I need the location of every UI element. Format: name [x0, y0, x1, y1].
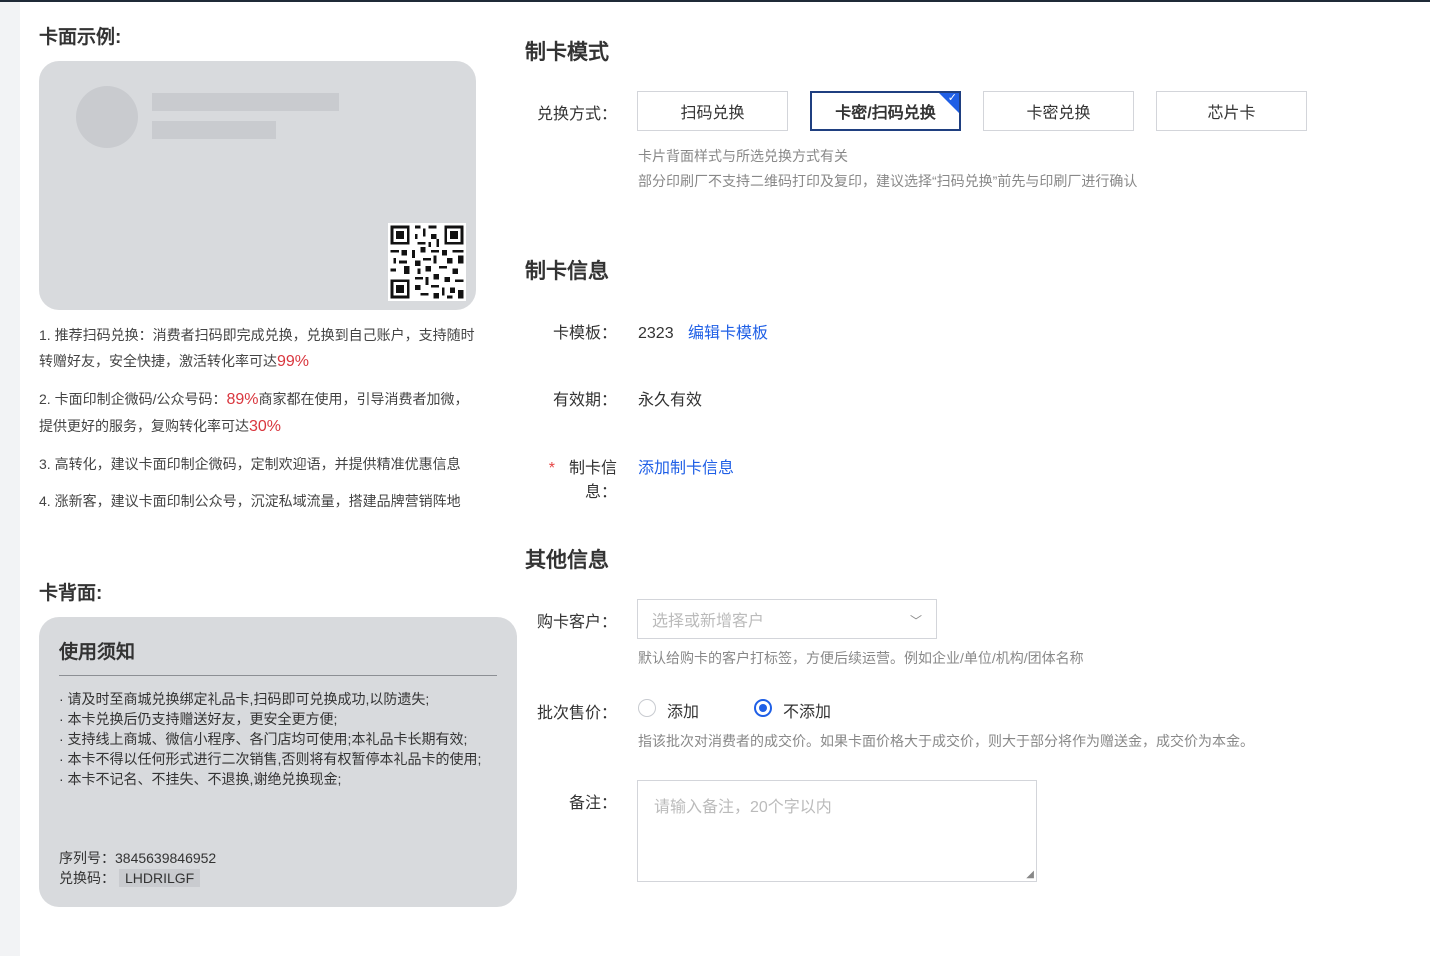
- required-mark: *: [548, 460, 555, 477]
- front-example-title: 卡面示例:: [39, 27, 122, 48]
- radio-add[interactable]: [638, 699, 656, 717]
- template-label: 卡模板：: [552, 325, 617, 342]
- customer-hint: 默认给购卡的客户打标签，方便后续运营。例如企业/单位/机构/团体名称: [638, 650, 1084, 666]
- card-mode-title: 制卡模式: [525, 41, 609, 64]
- tip-item: 4. 涨新客，建议卡面印制公众号，沉淀私域流量，搭建品牌营销阵地: [39, 493, 461, 509]
- tip-item: 2. 卡面印制企微码/公众号码：89%商家都在使用，引导消费者加微，提供更好的服…: [39, 391, 469, 435]
- option-chip-card[interactable]: 芯片卡: [1156, 91, 1307, 131]
- subtitle-placeholder: [152, 121, 276, 139]
- usage-notes: · 请及时至商城兑换绑定礼品卡,扫码即可兑换成功,以防遗失; · 本卡兑换后仍支…: [59, 689, 499, 789]
- card-tips: 1. 推荐扫码兑换：消费者扫码即完成兑换，兑换到自己账户，支持随时转赠好友，安全…: [39, 322, 481, 525]
- price-label: 批次售价：: [536, 705, 617, 722]
- card-info-title: 制卡信息: [525, 260, 609, 283]
- card-front-preview: [39, 61, 476, 310]
- note-item: · 本卡不记名、不挂失、不退换,谢绝兑换现金;: [59, 771, 342, 787]
- mode-hint-2: 部分印刷厂不支持二维码打印及复印，建议选择“扫码兑换”前先与印刷厂进行确认: [638, 173, 1138, 189]
- note-item: · 本卡不得以任何形式进行二次销售,否则将有权暂停本礼品卡的使用;: [59, 751, 482, 767]
- customer-select[interactable]: 选择或新增客户 ﹀: [637, 599, 937, 639]
- tip-item: 3. 高转化，建议卡面印制企微码，定制欢迎语，并提供精准优惠信息: [39, 456, 461, 472]
- card-back-preview: 使用须知 · 请及时至商城兑换绑定礼品卡,扫码即可兑换成功,以防遗失; · 本卡…: [39, 617, 517, 907]
- back-example-title: 卡背面:: [39, 583, 103, 604]
- template-value: 2323 编辑卡模板: [638, 325, 769, 342]
- name-placeholder: [152, 93, 339, 111]
- note-item: · 请及时至商城兑换绑定礼品卡,扫码即可兑换成功,以防遗失;: [59, 691, 430, 707]
- top-divider: [0, 0, 1430, 2]
- radio-add-label[interactable]: 添加: [667, 698, 699, 722]
- option-code-redeem[interactable]: 卡密兑换: [983, 91, 1134, 131]
- redeem-code: 兑换码： LHDRILGF: [59, 868, 201, 888]
- chevron-down-icon: ﹀: [909, 614, 922, 628]
- radio-no-add-label[interactable]: 不添加: [783, 698, 831, 722]
- mode-hint-1: 卡片背面样式与所选兑换方式有关: [638, 148, 848, 164]
- validity-value: 永久有效: [638, 392, 703, 409]
- other-info-title: 其他信息: [525, 549, 609, 572]
- note-item: · 本卡兑换后仍支持赠送好友，更安全更方便;: [59, 711, 338, 727]
- serial-number: 序列号：3845639846952: [59, 850, 217, 866]
- note-item: · 支持线上商城、微信小程序、各门店均可使用;本礼品卡长期有效;: [59, 731, 468, 747]
- left-gutter: [0, 0, 20, 956]
- price-hint: 指该批次对消费者的成交价。如果卡面价格大于成交价，则大于部分将作为赠送金，成交价…: [638, 733, 1254, 749]
- option-scan-redeem[interactable]: 扫码兑换: [637, 91, 788, 131]
- add-card-info-link[interactable]: 添加制卡信息: [638, 454, 734, 478]
- usage-notice-title: 使用须知: [59, 642, 136, 663]
- qr-code-icon: [388, 223, 466, 301]
- card-info-label: * 制卡信息：: [548, 460, 617, 501]
- divider: [59, 675, 497, 676]
- validity-label: 有效期：: [552, 392, 617, 409]
- option-code-scan-redeem[interactable]: 卡密/扫码兑换 ✓: [810, 91, 961, 131]
- redeem-method-label: 兑换方式：: [536, 106, 617, 123]
- remark-label: 备注：: [568, 795, 617, 812]
- resize-handle-icon[interactable]: ◢: [1026, 869, 1034, 880]
- check-icon: ✓: [947, 92, 957, 104]
- tip-item: 1. 推荐扫码兑换：消费者扫码即完成兑换，兑换到自己账户，支持随时转赠好友，安全…: [39, 327, 475, 370]
- remark-textarea[interactable]: 请输入备注，20个字以内 ◢: [637, 780, 1037, 882]
- avatar-placeholder: [76, 86, 138, 148]
- edit-template-link[interactable]: 编辑卡模板: [688, 325, 768, 342]
- customer-label: 购卡客户：: [536, 614, 617, 631]
- radio-no-add[interactable]: [754, 699, 772, 717]
